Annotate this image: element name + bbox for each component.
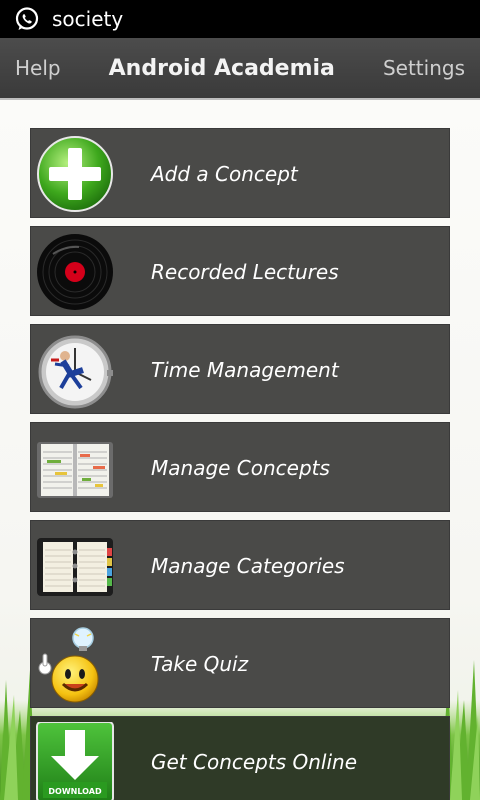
menu-label: Manage Concepts bbox=[151, 456, 330, 480]
notification-text: society bbox=[52, 7, 124, 31]
menu-get-concepts-online[interactable]: DOWNLOAD Get Concepts Online bbox=[30, 716, 450, 800]
menu-label: Add a Concept bbox=[151, 162, 298, 186]
whatsapp-icon bbox=[15, 7, 39, 30]
menu-manage-concepts[interactable]: Manage Concepts bbox=[30, 422, 450, 512]
menu-recorded-lectures[interactable]: Recorded Lectures bbox=[30, 226, 450, 316]
menu-add-concept[interactable]: Add a Concept bbox=[30, 128, 450, 218]
main-content: Add a Concept Recorded Lectures Time Man… bbox=[0, 100, 480, 800]
help-button[interactable]: Help bbox=[0, 56, 76, 80]
status-bar: society bbox=[0, 0, 480, 38]
vinyl-record-icon bbox=[37, 234, 113, 310]
open-organizer-icon bbox=[37, 442, 113, 498]
settings-button[interactable]: Settings bbox=[368, 56, 480, 80]
menu-label: Time Management bbox=[151, 358, 339, 382]
menu-label: Take Quiz bbox=[151, 652, 249, 676]
stopwatch-runner-icon bbox=[38, 335, 113, 409]
notebook-icon bbox=[37, 538, 113, 596]
download-icon-text: DOWNLOAD bbox=[48, 787, 102, 796]
action-bar: Help Android Academia Settings bbox=[0, 38, 480, 100]
menu-time-management[interactable]: Time Management bbox=[30, 324, 450, 414]
menu-label: Recorded Lectures bbox=[151, 260, 339, 284]
menu-label: Get Concepts Online bbox=[151, 750, 358, 774]
menu-take-quiz[interactable]: Take Quiz bbox=[30, 618, 450, 708]
app-title: Android Academia bbox=[108, 55, 335, 81]
smiley-lightbulb-icon bbox=[38, 627, 99, 703]
green-plus-icon bbox=[37, 136, 113, 212]
download-icon: DOWNLOAD bbox=[36, 722, 114, 800]
menu-label: Manage Categories bbox=[151, 554, 345, 578]
menu-manage-categories[interactable]: Manage Categories bbox=[30, 520, 450, 610]
